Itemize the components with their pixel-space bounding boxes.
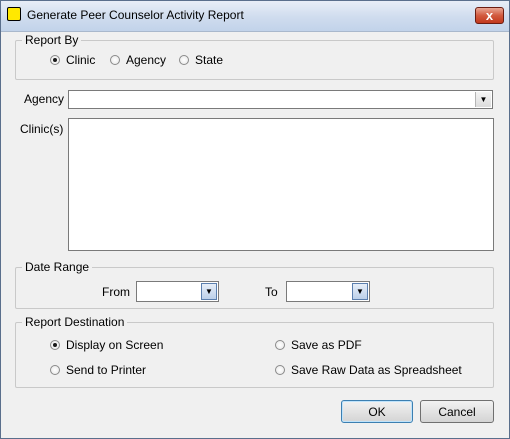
radio-label: State [195,53,224,67]
cancel-button[interactable]: Cancel [420,400,494,423]
radio-report-by-agency[interactable]: Agency [110,53,166,67]
report-by-group: Report By Clinic Agency State [15,33,494,80]
window-title: Generate Peer Counselor Activity Report [27,8,244,22]
radio-circle-icon [50,340,60,350]
chevron-down-icon[interactable]: ▼ [201,283,217,300]
chevron-down-icon[interactable]: ▼ [352,283,368,300]
radio-send-to-printer[interactable]: Send to Printer [50,363,146,377]
clinics-label: Clinic(s) [20,122,64,136]
app-icon [7,7,21,21]
title-bar[interactable]: Generate Peer Counselor Activity Report … [1,1,509,32]
radio-label: Clinic [66,53,96,67]
radio-display-on-screen[interactable]: Display on Screen [50,338,163,352]
date-range-group: Date Range From ▼ To ▼ [15,260,494,309]
ok-button[interactable]: OK [341,400,413,423]
from-label: From [102,285,130,299]
agency-label: Agency [24,92,65,106]
report-destination-legend: Report Destination [22,315,128,329]
radio-circle-icon [110,55,120,65]
dialog-window: Generate Peer Counselor Activity Report … [0,0,510,439]
close-button[interactable]: x [475,7,504,24]
clinics-listbox[interactable] [68,118,494,251]
radio-save-raw-data-spreadsheet[interactable]: Save Raw Data as Spreadsheet [275,363,462,377]
report-by-legend: Report By [22,33,82,47]
radio-circle-icon [50,365,60,375]
radio-report-by-state[interactable]: State [179,53,223,67]
radio-circle-icon [275,340,285,350]
radio-label: Save Raw Data as Spreadsheet [291,363,462,377]
chevron-down-icon[interactable]: ▼ [475,92,491,107]
radio-label: Save as PDF [291,338,362,352]
radio-label: Send to Printer [66,363,147,377]
to-label: To [265,285,278,299]
radio-report-by-clinic[interactable]: Clinic [50,53,95,67]
date-range-legend: Date Range [22,260,93,274]
close-icon: x [485,8,494,23]
radio-circle-icon [275,365,285,375]
radio-save-as-pdf[interactable]: Save as PDF [275,338,362,352]
report-destination-group: Report Destination Display on Screen Sen… [15,315,494,388]
radio-label: Agency [126,53,167,67]
radio-label: Display on Screen [66,338,164,352]
agency-dropdown[interactable]: ▼ [68,90,493,109]
radio-circle-icon [50,55,60,65]
from-date-picker[interactable]: ▼ [136,281,219,302]
radio-circle-icon [179,55,189,65]
to-date-picker[interactable]: ▼ [286,281,370,302]
